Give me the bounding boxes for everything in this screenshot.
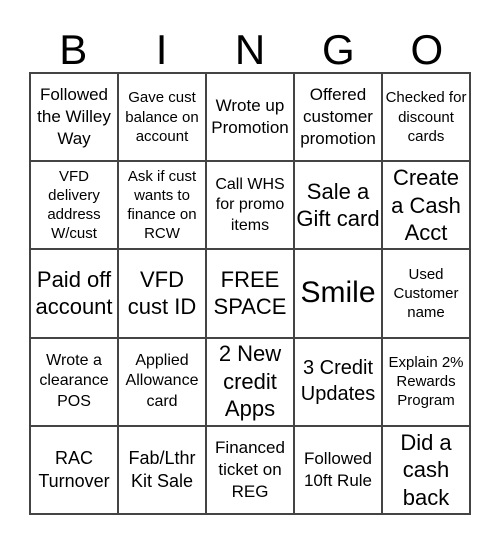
bingo-cell[interactable]: VFD delivery address W/cust <box>30 161 118 250</box>
bingo-cell[interactable]: Call WHS for promo items <box>206 161 294 250</box>
bingo-cell[interactable]: Gave cust balance on account <box>118 73 206 162</box>
header-letter-i: I <box>155 26 168 73</box>
bingo-cell[interactable]: RAC Turnover <box>30 425 118 514</box>
header-letter-g: G <box>322 26 355 73</box>
bingo-cell[interactable]: Wrote a clearance POS <box>30 337 118 426</box>
bingo-cell[interactable]: Applied Allowance card <box>118 337 206 426</box>
bingo-cell[interactable]: Paid off account <box>30 249 118 338</box>
bingo-cell[interactable]: Financed ticket on REG <box>206 425 294 514</box>
free-space-cell[interactable]: FREE SPACE <box>206 249 294 338</box>
bingo-header: B I N G O <box>29 28 471 72</box>
bingo-cell[interactable]: Fab/Lthr Kit Sale <box>118 425 206 514</box>
header-letter-o: O <box>410 26 444 73</box>
bingo-cell[interactable]: 3 Credit Updates <box>294 337 382 426</box>
bingo-cell[interactable]: Create a Cash Acct <box>382 161 470 250</box>
bingo-cell[interactable]: Did a cash back <box>382 425 470 514</box>
header-letter-b: B <box>59 26 88 73</box>
bingo-cell[interactable]: Followed 10ft Rule <box>294 425 382 514</box>
bingo-cell[interactable]: VFD cust ID <box>118 249 206 338</box>
bingo-cell[interactable]: Sale a Gift card <box>294 161 382 250</box>
bingo-cell[interactable]: 2 New credit Apps <box>206 337 294 426</box>
bingo-cell[interactable]: Smile <box>294 249 382 338</box>
bingo-cell[interactable]: Followed the Willey Way <box>30 73 118 162</box>
bingo-cell[interactable]: Ask if cust wants to finance on RCW <box>118 161 206 250</box>
bingo-cell[interactable]: Explain 2% Rewards Program <box>382 337 470 426</box>
bingo-cell[interactable]: Wrote up Promotion <box>206 73 294 162</box>
bingo-cell[interactable]: Checked for discount cards <box>382 73 470 162</box>
header-letter-n: N <box>234 26 266 73</box>
bingo-grid: Followed the Willey Way Gave cust balanc… <box>29 72 471 515</box>
bingo-cell[interactable]: Offered customer promotion <box>294 73 382 162</box>
bingo-cell[interactable]: Used Customer name <box>382 249 470 338</box>
